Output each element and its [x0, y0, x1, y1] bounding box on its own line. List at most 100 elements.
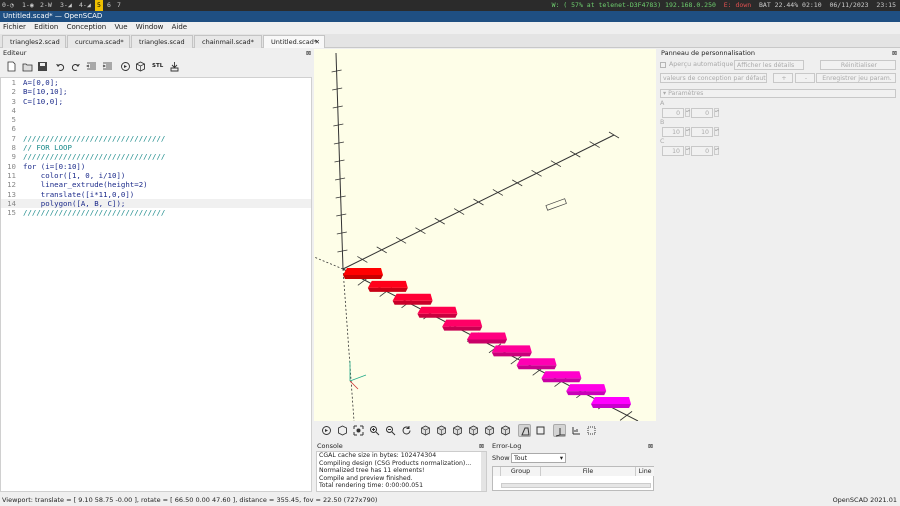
view-front-icon[interactable]: [483, 424, 496, 437]
rendered-triangles: [343, 268, 631, 408]
details-select[interactable]: Afficher les détails: [734, 60, 804, 70]
view-right-icon[interactable]: [419, 424, 432, 437]
ethernet-status: E: down: [723, 1, 752, 9]
spinner-icon[interactable]: ▴▾: [714, 108, 719, 117]
open-file-icon[interactable]: [22, 61, 33, 72]
spinner-icon[interactable]: ▴▾: [685, 127, 690, 136]
view-back-icon[interactable]: [499, 424, 512, 437]
menu-aide[interactable]: Aide: [169, 22, 190, 33]
column-group[interactable]: Group: [501, 467, 541, 476]
perspective-icon[interactable]: [518, 424, 531, 437]
tab-curcuma[interactable]: curcuma.scad*: [67, 35, 130, 48]
tab-label: chainmail.scad*: [202, 38, 254, 46]
preview-icon[interactable]: [120, 61, 131, 72]
add-preset-button[interactable]: +: [773, 73, 793, 83]
menu-fichier[interactable]: Fichier: [0, 22, 29, 33]
tab-chainmail[interactable]: chainmail.scad*: [194, 35, 262, 48]
viewport-canvas: [314, 52, 639, 421]
workspace-7[interactable]: 7: [115, 0, 123, 11]
column-line[interactable]: Line: [636, 467, 654, 476]
export-stl-icon[interactable]: STL: [152, 61, 163, 72]
show-edges-icon[interactable]: [585, 424, 598, 437]
workspace-0[interactable]: 0-◔: [0, 0, 16, 11]
param-c-x-field[interactable]: 10: [662, 146, 684, 156]
render-icon[interactable]: [336, 424, 349, 437]
spinner-icon[interactable]: ▴▾: [714, 146, 719, 155]
line-number: 11: [7, 170, 16, 180]
menu-edition[interactable]: Edition: [31, 22, 61, 33]
reset-button[interactable]: Réinitialiser: [820, 60, 896, 70]
column-file[interactable]: File: [541, 467, 636, 476]
view-all-icon[interactable]: [352, 424, 365, 437]
param-b-x-field[interactable]: 10: [662, 127, 684, 137]
close-panel-icon[interactable]: ⊠: [306, 49, 311, 58]
auto-preview-checkbox[interactable]: [660, 62, 666, 68]
spinner-icon[interactable]: ▴▾: [685, 146, 690, 155]
save-icon[interactable]: [37, 61, 48, 72]
view-left-icon[interactable]: [467, 424, 480, 437]
error-filter-select[interactable]: Tout ▾: [511, 453, 566, 463]
line-number: 4: [11, 105, 16, 115]
remove-preset-button[interactable]: -: [795, 73, 815, 83]
code-line: 5: [1, 115, 311, 124]
code-editor[interactable]: 1 A=[0,0]; 2 B=[10,10]; 3 C=[10,0]; 4 5 6 7 //////…: [0, 77, 312, 492]
menu-vue[interactable]: Vue: [111, 22, 130, 33]
view-top-icon[interactable]: [435, 424, 448, 437]
section-parametres[interactable]: ▾ Paramètres: [660, 89, 896, 98]
spinner-icon[interactable]: ▴▾: [714, 127, 719, 136]
console-scrollbar[interactable]: [481, 452, 486, 491]
workspace-1[interactable]: 1-◉: [20, 0, 36, 11]
param-c-y-field[interactable]: 0: [691, 146, 713, 156]
tab-triangles2[interactable]: triangles2.scad: [2, 35, 66, 48]
workspace-6[interactable]: 6: [105, 0, 113, 11]
param-b-y-field[interactable]: 10: [691, 127, 713, 137]
neg-x-axis: [314, 256, 344, 270]
zoom-out-icon[interactable]: [384, 424, 397, 437]
menu-window[interactable]: Window: [133, 22, 167, 33]
triangle-side: [442, 326, 483, 331]
param-a-y-field[interactable]: 0: [691, 108, 713, 118]
code-line: 9 ////////////////////////////////: [1, 152, 311, 161]
line-number: 2: [11, 87, 16, 97]
console-output[interactable]: CGAL cache size in bytes: 102474304 Comp…: [316, 451, 487, 492]
close-panel-icon[interactable]: ⊠: [892, 49, 897, 58]
send-to-print-icon[interactable]: [169, 61, 180, 72]
preview-icon[interactable]: [320, 424, 333, 437]
undo-icon[interactable]: [55, 61, 66, 72]
param-a-x-field[interactable]: 0: [662, 108, 684, 118]
horizontal-scrollbar[interactable]: [501, 483, 651, 488]
workspace-4[interactable]: 4-◢: [77, 0, 93, 11]
reset-view-icon[interactable]: [400, 424, 413, 437]
indent-icon[interactable]: [102, 61, 113, 72]
unindent-icon[interactable]: [86, 61, 97, 72]
show-scale-icon[interactable]: [569, 424, 582, 437]
render-icon[interactable]: [135, 61, 146, 72]
save-preset-button[interactable]: Enregistrer jeu param.: [816, 73, 896, 83]
zoom-in-icon[interactable]: [368, 424, 381, 437]
error-log-title: Error-Log: [492, 442, 522, 450]
menu-conception[interactable]: Conception: [64, 22, 110, 33]
tab-triangles[interactable]: triangles.scad: [131, 35, 193, 48]
line-text: for (i=[0:10]): [23, 161, 86, 171]
error-log-table[interactable]: Group File Line: [492, 466, 654, 491]
workspace-5[interactable]: 5: [95, 0, 103, 11]
show-label: Show: [492, 454, 510, 462]
view-bottom-icon[interactable]: [451, 424, 464, 437]
show-axes-icon[interactable]: [553, 424, 566, 437]
workspace-3[interactable]: 3-◢: [58, 0, 74, 11]
time-text: 23:15: [876, 1, 896, 9]
close-panel-icon[interactable]: ⊠: [479, 442, 484, 451]
preset-select[interactable]: valeurs de conception par défaut: [660, 73, 767, 83]
orthogonal-icon[interactable]: [534, 424, 547, 437]
battery-status: BAT 22.44% 02:10: [759, 1, 822, 9]
new-file-icon[interactable]: [6, 61, 17, 72]
close-panel-icon[interactable]: ⊠: [648, 442, 653, 451]
workspace-2[interactable]: 2-W: [38, 0, 54, 11]
console-line: Compile and preview finished.: [319, 474, 413, 482]
tab-untitled[interactable]: Untitled.scad* ✕: [263, 35, 325, 48]
customizer-panel: Panneau de personnalisation ⊠ Aperçu aut…: [658, 49, 900, 492]
redo-icon[interactable]: [70, 61, 81, 72]
spinner-icon[interactable]: ▴▾: [685, 108, 690, 117]
close-tab-icon[interactable]: ✕: [315, 36, 320, 48]
3d-viewport[interactable]: [314, 49, 656, 421]
